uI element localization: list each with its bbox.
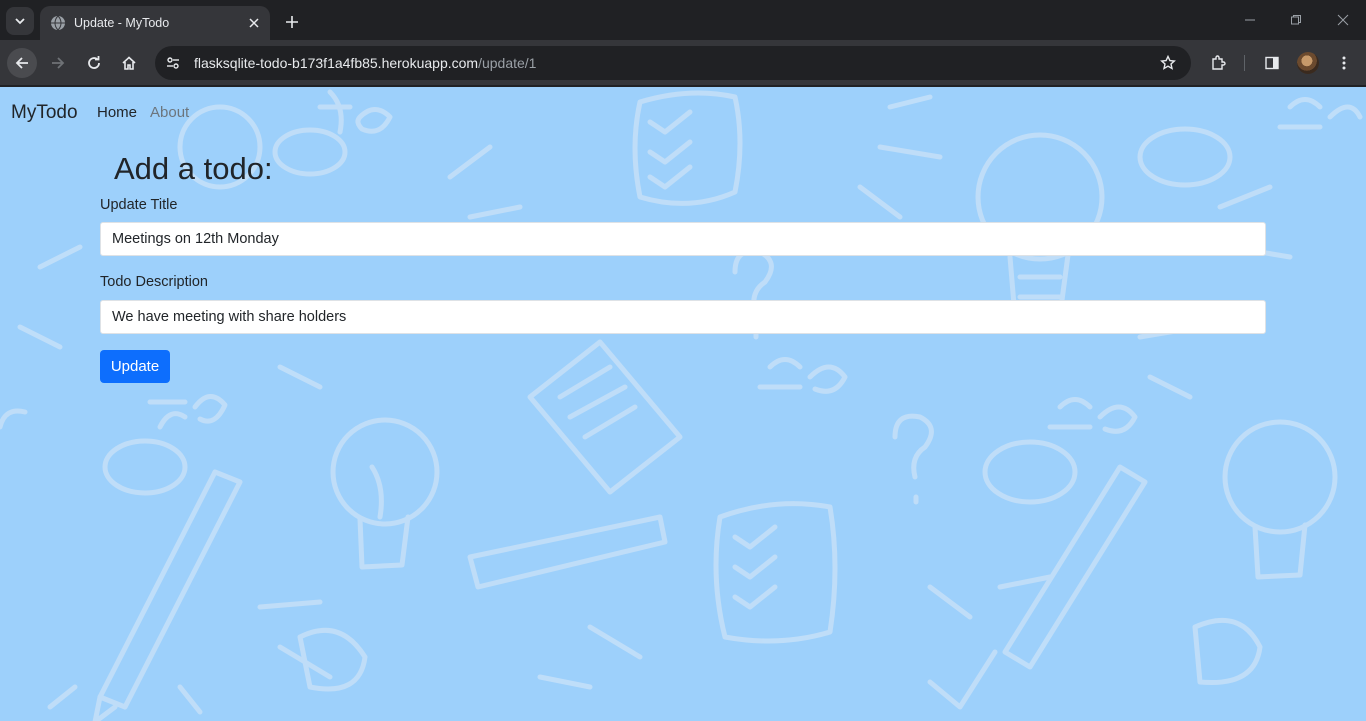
browser-tab-bar: Update - MyTodo [0,0,1366,40]
page-viewport: MyTodo Home About Add a todo: Update Tit… [0,87,1366,721]
close-window-button[interactable] [1331,8,1355,32]
side-panel-icon [1265,56,1279,70]
profile-avatar[interactable] [1297,52,1319,74]
title-input[interactable] [100,222,1266,256]
page-title: Add a todo: [114,151,273,186]
tab-title: Update - MyTodo [74,16,170,30]
url-path: /update/1 [478,55,537,71]
extensions-button[interactable] [1203,48,1233,78]
reload-icon [88,56,100,69]
description-label: Todo Description [100,274,208,290]
navbar: MyTodo Home About [0,87,1366,139]
side-panel-button[interactable] [1257,48,1287,78]
brand-logo-link[interactable]: MyTodo [11,102,78,124]
new-tab-button[interactable] [280,10,304,34]
tab-search-button[interactable] [6,7,34,35]
arrow-right-icon [52,57,65,69]
browser-toolbar: flasksqlite-todo-b173f1a4fb85.herokuapp.… [0,40,1366,86]
browser-tab-active[interactable]: Update - MyTodo [40,6,270,40]
plus-icon [286,16,298,28]
close-icon [1337,14,1349,26]
home-icon [122,56,136,70]
bookmark-star-icon[interactable] [1153,48,1183,78]
nav-link-home[interactable]: Home [97,104,137,121]
browser-menu-button[interactable] [1329,48,1359,78]
globe-icon [50,15,66,31]
close-tab-icon[interactable] [246,15,262,31]
site-info-icon[interactable] [160,50,186,76]
toolbar-divider [1244,55,1245,71]
minimize-button[interactable] [1238,8,1262,32]
restore-button[interactable] [1284,8,1308,32]
more-vertical-icon [1342,56,1346,70]
nav-link-about[interactable]: About [150,104,189,121]
address-bar[interactable]: flasksqlite-todo-b173f1a4fb85.herokuapp.… [155,46,1191,80]
update-button[interactable]: Update [100,350,170,383]
chevron-down-icon [15,18,25,25]
home-button[interactable] [114,48,144,78]
restore-icon [1291,15,1301,25]
minimize-icon [1245,19,1255,21]
forward-button[interactable] [43,48,73,78]
arrow-left-icon [15,57,28,69]
description-input[interactable] [100,300,1266,334]
reload-button[interactable] [79,48,109,78]
url-host: flasksqlite-todo-b173f1a4fb85.herokuapp.… [194,55,479,71]
url-text: flasksqlite-todo-b173f1a4fb85.herokuapp.… [194,55,1153,71]
back-button[interactable] [7,48,37,78]
puzzle-icon [1212,55,1226,70]
title-label: Update Title [100,197,178,213]
